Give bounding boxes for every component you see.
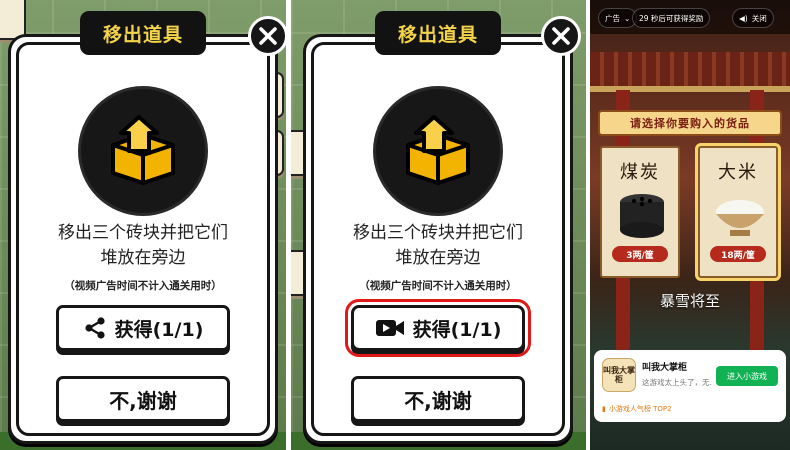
goods-card-rice[interactable]: 大米 18两/筐 [698, 146, 778, 278]
goods-name: 大米 [718, 162, 758, 183]
dialog-panel-video: 移出三个砖块并把它们 堆放在旁边 （视频广告时间不计入通关用时） 获得(1/1)… [291, 0, 586, 450]
app-description: 这游戏太上头了，无… [642, 378, 712, 387]
get-prop-button-label: 获得(1/1) [114, 318, 204, 341]
prop-icon-circle [376, 89, 500, 213]
ad-roof-decoration [590, 52, 790, 92]
ad-caption: 暴雪将至 [659, 292, 720, 310]
app-rank: ▮ 小游戏人气榜 TOP2 [602, 404, 672, 414]
dialog-inner-frame: 移出三个砖块并把它们 堆放在旁边 （视频广告时间不计入通关用时） 获得(1/1)… [311, 42, 565, 436]
coal-icon [620, 194, 664, 238]
move-out-dialog: 移出三个砖块并把它们 堆放在旁边 （视频广告时间不计入通关用时） 获得(1/1)… [303, 34, 573, 444]
ad-close-button[interactable]: ◀) 关闭 [732, 8, 774, 28]
prop-icon-circle [81, 89, 205, 213]
chevron-down-icon: ⌄ [624, 13, 631, 23]
app-icon-text: 叫我大掌柜 [603, 366, 635, 384]
ad-banner: 请选择你要购入的货品 [598, 110, 782, 136]
dialog-inner-frame: 移出三个砖块并把它们 堆放在旁边 （视频广告时间不计入通关用时） 获得(1/1)… [16, 42, 270, 436]
close-button[interactable] [248, 16, 286, 56]
ad-time-note: （视频广告时间不计入通关用时） [64, 280, 222, 292]
ad-label: 广告 [605, 13, 620, 23]
close-button[interactable] [541, 16, 581, 56]
ad-close-label: 关闭 [751, 13, 767, 23]
decline-button-label: 不,谢谢 [109, 388, 177, 413]
description-line-1: 移出三个砖块并把它们 [58, 223, 228, 243]
video-camera-icon [375, 320, 404, 336]
get-prop-button-label: 获得(1/1) [412, 318, 502, 341]
dialog-panel-share: 移出三个砖块并把它们 堆放在旁边 （视频广告时间不计入通关用时） 获得(1/1)… [0, 0, 286, 450]
countdown-text: 29 秒后可获得奖励 [639, 13, 704, 23]
app-icon: 叫我大掌柜 [602, 358, 636, 392]
close-icon [259, 27, 277, 45]
description-line-2: 堆放在旁边 [100, 248, 186, 268]
app-name: 叫我大掌柜 [642, 363, 688, 373]
get-prop-video-button[interactable]: 获得(1/1) [345, 299, 531, 357]
dialog-title: 移出道具 [80, 11, 206, 55]
speaker-icon[interactable]: ◀) [739, 14, 748, 23]
share-icon [85, 317, 105, 339]
description-line-1: 移出三个砖块并把它们 [353, 223, 523, 243]
app-rank-text: 小游戏人气榜 TOP2 [608, 405, 672, 413]
move-out-prop-icon [406, 115, 470, 185]
ad-app-card[interactable]: 叫我大掌柜 叫我大掌柜 这游戏太上头了，无… 进入小游戏 ▮ 小游戏人气榜 TO… [594, 350, 786, 422]
decline-button-label: 不,谢谢 [404, 388, 472, 413]
close-icon [552, 27, 570, 45]
goods-price: 18两/筐 [710, 246, 766, 262]
dialog-title: 移出道具 [375, 11, 501, 55]
enter-mini-game-button[interactable]: 进入小游戏 [716, 366, 778, 386]
video-ad-panel: 广告 ⌄ 29 秒后可获得奖励 ◀) 关闭 请选择你要购入的货品 煤炭 3两/筐… [590, 0, 790, 450]
rice-bowl-icon [716, 200, 764, 236]
decline-button[interactable]: 不,谢谢 [56, 376, 230, 422]
rank-chart-icon: ▮ [602, 405, 606, 413]
decline-button[interactable]: 不,谢谢 [351, 376, 525, 422]
goods-card-coal[interactable]: 煤炭 3两/筐 [600, 146, 680, 278]
move-out-prop-icon [111, 115, 175, 185]
move-out-dialog: 移出三个砖块并把它们 堆放在旁边 （视频广告时间不计入通关用时） 获得(1/1)… [8, 34, 278, 444]
reward-countdown: 29 秒后可获得奖励 [632, 8, 711, 28]
get-prop-button[interactable]: 获得(1/1) [56, 305, 230, 351]
goods-name: 煤炭 [620, 162, 660, 183]
ad-time-note: （视频广告时间不计入通关用时） [359, 280, 517, 292]
goods-price: 3两/筐 [612, 246, 668, 262]
description-line-2: 堆放在旁边 [395, 248, 481, 268]
